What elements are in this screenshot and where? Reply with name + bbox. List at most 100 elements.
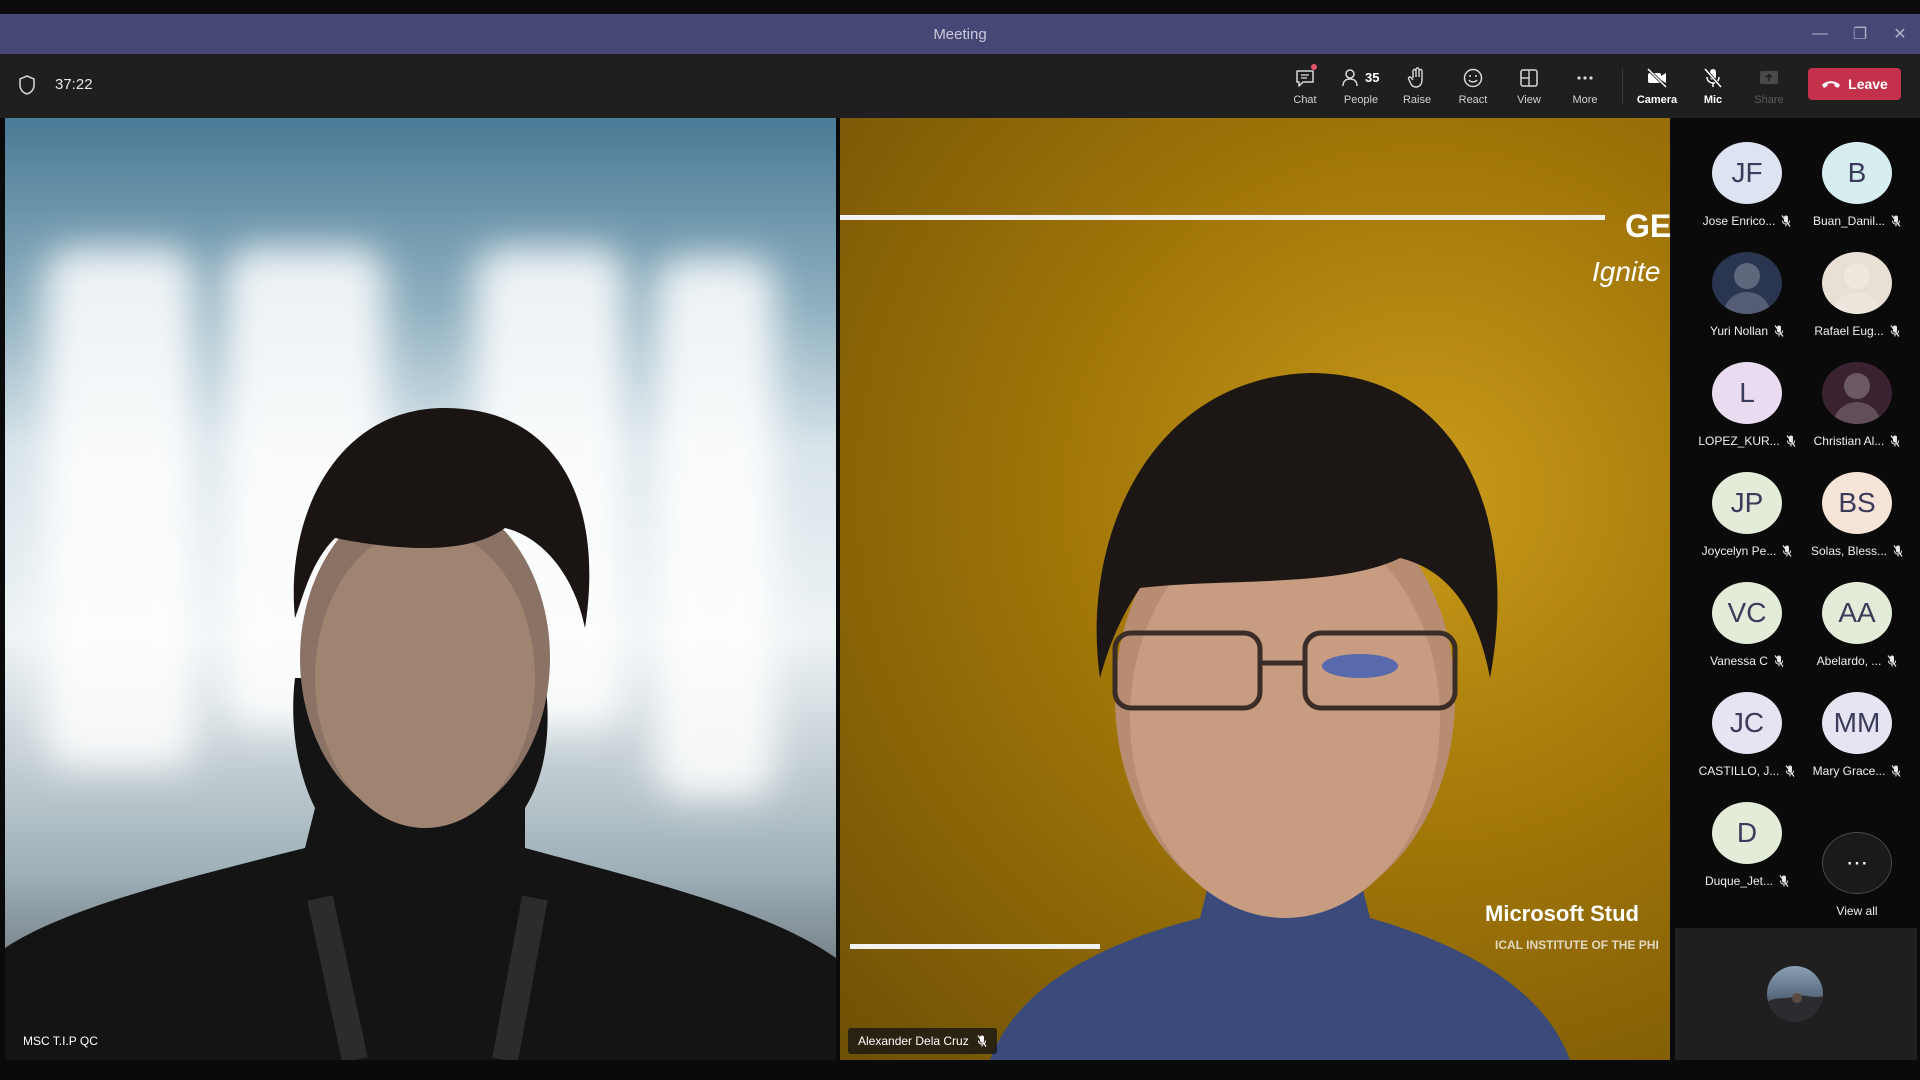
people-count: 35 xyxy=(1365,70,1380,85)
participant-tile[interactable]: L LOPEZ_KUR... xyxy=(1692,338,1802,448)
participant-name-row: Rafael Eug... xyxy=(1814,324,1900,338)
people-label: People xyxy=(1343,94,1379,106)
participant-avatar: L xyxy=(1712,362,1782,424)
participant-tile[interactable]: BS Solas, Bless... xyxy=(1802,448,1912,558)
ellipsis-icon: ⋯ xyxy=(1822,832,1892,894)
participant-avatar xyxy=(1822,252,1892,314)
window-title: Meeting xyxy=(933,25,987,43)
chat-button[interactable]: Chat xyxy=(1277,62,1333,112)
participant-name: Abelardo, ... xyxy=(1816,654,1882,668)
participant-name: Vanessa C xyxy=(1710,654,1768,668)
participant-name: Jose Enrico... xyxy=(1702,214,1776,228)
participant-video-figure xyxy=(5,408,836,1060)
share-label: Share xyxy=(1754,94,1784,106)
participant-name: Alexander Dela Cruz xyxy=(858,1034,969,1048)
restore-icon[interactable]: ❐ xyxy=(1840,14,1880,54)
video-tile-left[interactable]: MSC T.I.P QC xyxy=(5,118,836,1060)
participant-name: Duque_Jet... xyxy=(1704,874,1774,888)
participant-avatar: JC xyxy=(1712,692,1782,754)
camera-label: Camera xyxy=(1636,94,1678,106)
mic-off-icon xyxy=(1774,655,1784,667)
raise-hand-button[interactable]: Raise xyxy=(1389,62,1445,112)
participant-avatar: MM xyxy=(1822,692,1892,754)
participant-tile[interactable]: Yuri Nollan xyxy=(1692,228,1802,338)
participant-name-row: Jose Enrico... xyxy=(1703,214,1792,228)
participant-name-tag: MSC T.I.P QC xyxy=(13,1028,108,1054)
layout-icon xyxy=(1520,69,1538,87)
participant-name-row: Joycelyn Pe... xyxy=(1702,544,1793,558)
raise-label: Raise xyxy=(1402,94,1432,106)
share-screen-icon xyxy=(1760,71,1778,84)
hang-up-icon xyxy=(1822,81,1841,88)
view-all-label: View all xyxy=(1836,904,1878,918)
camera-button[interactable]: Camera xyxy=(1629,62,1685,112)
mic-off-icon xyxy=(1891,765,1901,777)
participant-name-tag: Alexander Dela Cruz xyxy=(848,1028,997,1054)
participant-avatar: D xyxy=(1712,802,1782,864)
share-button[interactable]: Share xyxy=(1741,62,1797,112)
participant-avatar xyxy=(1822,362,1892,424)
participant-tile[interactable]: MM Mary Grace... xyxy=(1802,668,1912,778)
mic-off-icon xyxy=(1782,545,1792,557)
participant-tile[interactable]: AA Abelardo, ... xyxy=(1802,558,1912,668)
toolbar-divider xyxy=(1622,68,1623,104)
hand-icon xyxy=(1407,67,1423,88)
mic-off-icon xyxy=(1785,765,1795,777)
participant-name-row: Mary Grace... xyxy=(1813,764,1902,778)
slide-org-text: Microsoft Stud xyxy=(1485,901,1639,926)
participant-name: Solas, Bless... xyxy=(1810,544,1888,558)
window-titlebar: Meeting — ❐ ✕ xyxy=(0,14,1920,54)
participant-name-row: Yuri Nollan xyxy=(1710,324,1784,338)
slide-institution-text: ICAL INSTITUTE OF THE PHI xyxy=(1495,938,1659,952)
minimize-icon[interactable]: — xyxy=(1800,14,1840,54)
view-button[interactable]: View xyxy=(1501,62,1557,112)
participant-name: Joycelyn Pe... xyxy=(1701,544,1777,558)
mic-off-icon xyxy=(1890,325,1900,337)
close-icon[interactable]: ✕ xyxy=(1880,14,1920,54)
slide-decoration-line xyxy=(850,944,1100,949)
participant-tile[interactable]: JF Jose Enrico... xyxy=(1692,118,1802,228)
participant-name: CASTILLO, J... xyxy=(1698,764,1780,778)
participant-avatar: JP xyxy=(1712,472,1782,534)
participant-name: Rafael Eug... xyxy=(1814,324,1884,338)
participant-avatar: AA xyxy=(1822,582,1892,644)
video-tile-right[interactable]: GE Ignite Microsoft Stud ICAL INSTITUTE … xyxy=(840,118,1670,1060)
participant-name-row: LOPEZ_KUR... xyxy=(1698,434,1796,448)
leave-button[interactable]: Leave xyxy=(1808,68,1901,100)
participant-name: Christian Al... xyxy=(1813,434,1885,448)
participant-avatar: JF xyxy=(1712,142,1782,204)
participant-avatar xyxy=(1712,252,1782,314)
more-label: More xyxy=(1572,94,1598,106)
self-preview[interactable] xyxy=(1675,928,1917,1060)
mic-off-icon xyxy=(1887,655,1897,667)
participant-name-row: Duque_Jet... xyxy=(1705,874,1789,888)
participant-name-row: Abelardo, ... xyxy=(1817,654,1898,668)
participant-tile[interactable]: Christian Al... xyxy=(1802,338,1912,448)
participant-tile[interactable]: VC Vanessa C xyxy=(1692,558,1802,668)
participant-name-row: CASTILLO, J... xyxy=(1699,764,1796,778)
participant-avatar: BS xyxy=(1822,472,1892,534)
participant-name-row: Solas, Bless... xyxy=(1811,544,1903,558)
participant-tile[interactable]: Rafael Eug... xyxy=(1802,228,1912,338)
participant-tile[interactable]: JC CASTILLO, J... xyxy=(1692,668,1802,778)
mic-off-icon xyxy=(1893,545,1903,557)
participant-tile[interactable]: D Duque_Jet... xyxy=(1692,778,1802,888)
mic-button[interactable]: Mic xyxy=(1685,62,1741,112)
mic-label: Mic xyxy=(1703,94,1723,106)
meeting-toolbar: 37:22 Chat People 35 Raise React View Mo… xyxy=(0,54,1920,118)
participant-name-row: Vanessa C xyxy=(1710,654,1784,668)
more-button[interactable]: More xyxy=(1557,62,1613,112)
chat-label: Chat xyxy=(1293,94,1317,106)
participant-tile[interactable]: JP Joycelyn Pe... xyxy=(1692,448,1802,558)
self-avatar xyxy=(1767,966,1823,1022)
shield-icon xyxy=(19,75,35,95)
screen-top-strip xyxy=(0,0,1920,14)
leave-label: Leave xyxy=(1848,76,1888,92)
chat-unread-badge xyxy=(1311,64,1317,70)
view-all-button[interactable]: ⋯ View all xyxy=(1802,808,1912,918)
people-button[interactable]: People xyxy=(1333,62,1389,112)
participant-tile[interactable]: B Buan_Danil... xyxy=(1802,118,1912,228)
people-icon xyxy=(1342,69,1358,87)
camera-off-icon xyxy=(1646,67,1668,89)
react-button[interactable]: React xyxy=(1445,62,1501,112)
